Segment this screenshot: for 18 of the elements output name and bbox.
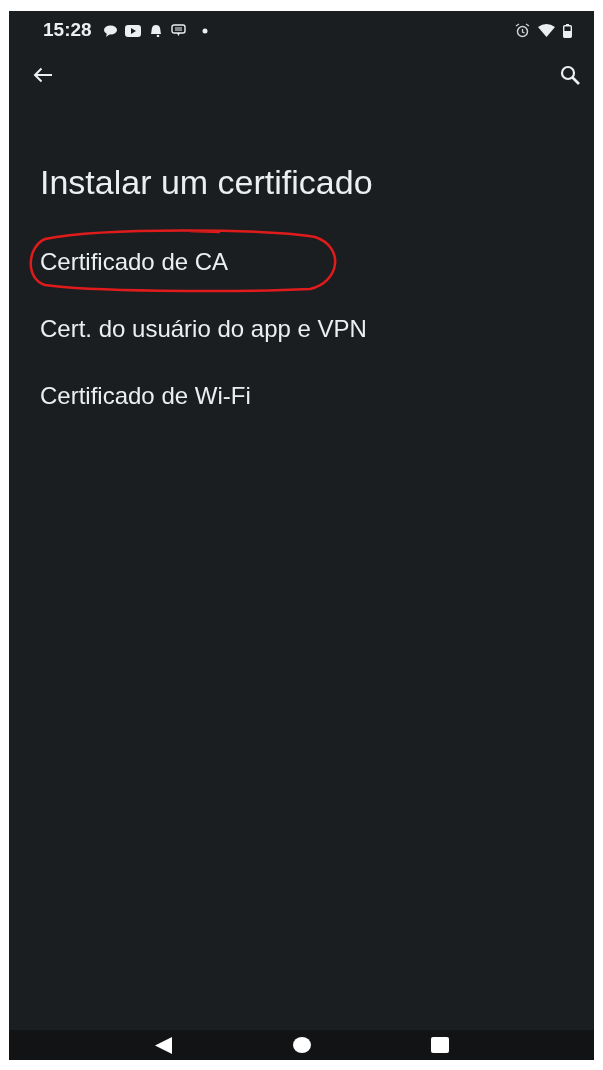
back-nav-icon[interactable] — [154, 1036, 173, 1054]
list-item[interactable]: Certificado de CA — [9, 228, 594, 296]
chat-icon — [103, 24, 117, 37]
recents-nav-icon[interactable] — [430, 1037, 449, 1053]
video-icon — [124, 24, 141, 37]
message-icon — [170, 24, 186, 37]
battery-icon — [563, 23, 572, 38]
bell-icon — [148, 24, 163, 37]
list-item[interactable]: Certificado de Wi-Fi — [9, 362, 594, 430]
status-time: 15:28 — [43, 18, 92, 43]
page-title: Instalar um certificado — [40, 162, 374, 203]
search-icon[interactable] — [560, 65, 580, 85]
list-item[interactable]: Cert. do usuário do app e VPN — [9, 295, 594, 363]
back-arrow-icon[interactable] — [33, 67, 53, 83]
dot-icon — [201, 27, 208, 34]
alarm-icon — [515, 23, 530, 38]
wifi-icon — [538, 24, 555, 37]
home-nav-icon[interactable] — [292, 1037, 311, 1053]
